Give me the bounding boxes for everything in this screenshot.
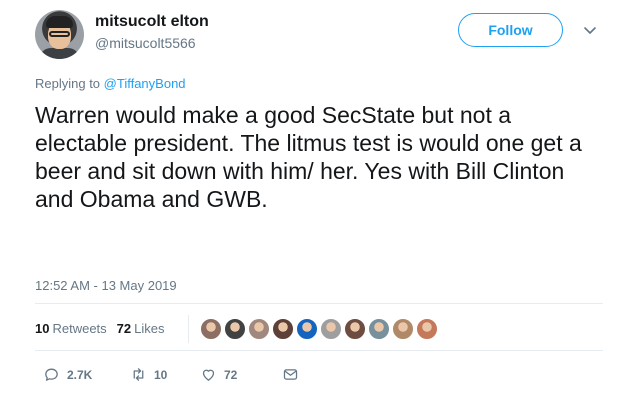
tweet-actions: 2.7K 10 72 bbox=[43, 366, 299, 383]
divider-top bbox=[35, 303, 603, 304]
likers-avatar-row bbox=[200, 318, 440, 340]
likes-count[interactable]: 72 bbox=[117, 321, 131, 336]
retweet-icon bbox=[133, 368, 144, 381]
liker-avatar[interactable] bbox=[368, 318, 390, 340]
heart-icon bbox=[202, 369, 215, 381]
author-handle[interactable]: @mitsucolt5566 bbox=[95, 35, 196, 51]
liker-avatar[interactable] bbox=[320, 318, 342, 340]
tweet-text: Warren would make a good SecState but no… bbox=[35, 102, 582, 212]
stats-separator bbox=[188, 315, 189, 343]
direct-message-button[interactable] bbox=[282, 366, 299, 383]
liker-avatar[interactable] bbox=[392, 318, 414, 340]
liker-avatar[interactable] bbox=[248, 318, 270, 340]
chevron-down-icon[interactable] bbox=[583, 24, 597, 38]
like-count: 72 bbox=[224, 367, 238, 382]
retweets-label[interactable]: Retweets bbox=[52, 321, 106, 336]
replying-to-line: Replying to @TiffanyBond bbox=[35, 76, 186, 91]
envelope-icon bbox=[283, 369, 298, 380]
divider-bottom bbox=[35, 350, 603, 351]
reply-button[interactable]: 2.7K bbox=[43, 366, 130, 383]
liker-avatar[interactable] bbox=[296, 318, 318, 340]
retweet-count: 10 bbox=[154, 367, 168, 382]
retweet-button[interactable]: 10 bbox=[130, 366, 200, 383]
tweet-timestamp[interactable]: 12:52 AM - 13 May 2019 bbox=[35, 278, 177, 293]
retweets-count[interactable]: 10 bbox=[35, 321, 49, 336]
replying-prefix: Replying to bbox=[35, 76, 101, 91]
author-name[interactable]: mitsucolt elton bbox=[95, 13, 209, 31]
author-avatar[interactable] bbox=[35, 10, 84, 59]
follow-button[interactable]: Follow bbox=[458, 13, 563, 47]
avatar-glasses bbox=[49, 31, 70, 37]
engagement-stats: 10 Retweets 72 Likes bbox=[35, 321, 165, 336]
liker-avatar[interactable] bbox=[200, 318, 222, 340]
avatar-hair bbox=[46, 16, 73, 28]
reply-icon bbox=[45, 368, 58, 381]
likes-label[interactable]: Likes bbox=[134, 321, 164, 336]
reply-count: 2.7K bbox=[67, 367, 93, 382]
like-button[interactable]: 72 bbox=[200, 366, 282, 383]
liker-avatar[interactable] bbox=[416, 318, 438, 340]
avatar-shirt bbox=[39, 48, 80, 59]
replying-to-link[interactable]: @TiffanyBond bbox=[104, 76, 186, 91]
liker-avatar[interactable] bbox=[272, 318, 294, 340]
liker-avatar[interactable] bbox=[344, 318, 366, 340]
liker-avatar[interactable] bbox=[224, 318, 246, 340]
